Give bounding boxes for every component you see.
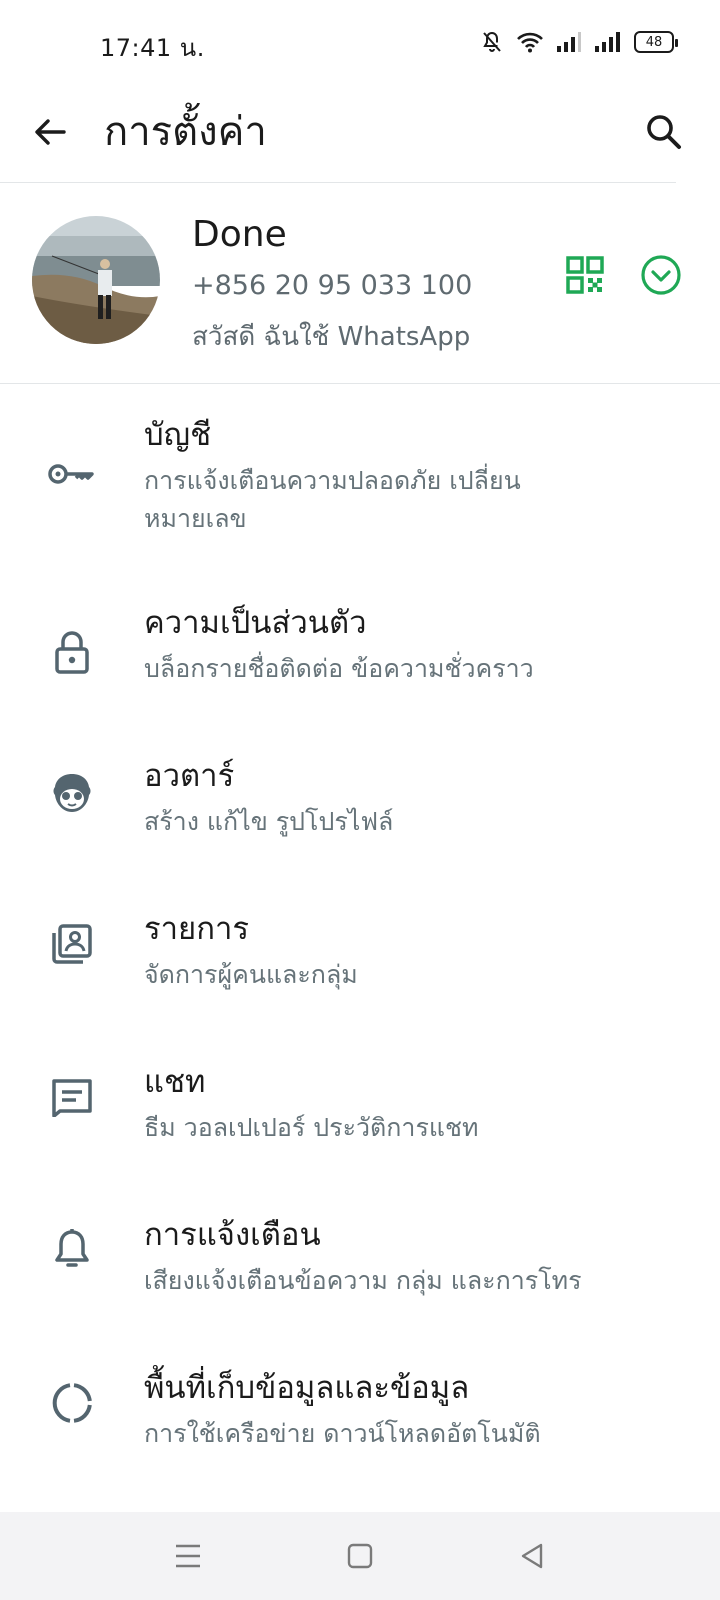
settings-item-subtitle: การแจ้งเตือนความปลอดภัย เปลี่ยน หมายเลข: [144, 466, 521, 533]
divider: [0, 182, 676, 183]
settings-item-title: ความเป็นส่วนตัว: [144, 605, 367, 641]
qr-code-icon: [566, 256, 604, 294]
qr-code-button[interactable]: [560, 250, 610, 300]
contacts-list-icon: [44, 916, 100, 972]
battery-icon: 48: [634, 31, 678, 53]
wifi-icon: [516, 31, 544, 53]
settings-item-title: อวตาร์: [144, 758, 235, 794]
settings-item-avatar[interactable]: อวตาร์ สร้าง แก้ไข รูปโปรไฟล์: [0, 727, 720, 880]
settings-item-subtitle: การใช้เครือข่าย ดาวน์โหลดอัตโนมัติ: [144, 1419, 541, 1448]
avatar-face-icon: [44, 765, 100, 821]
status-icons: 48: [480, 30, 678, 54]
settings-item-chats[interactable]: แชท ธีม วอลเปเปอร์ ประวัติการแชท: [0, 1033, 720, 1186]
back-nav-button[interactable]: [508, 1532, 556, 1580]
settings-item-subtitle: บล็อกรายชื่อติดต่อ ข้อความชั่วคราว: [144, 654, 534, 683]
settings-item-privacy[interactable]: ความเป็นส่วนตัว บล็อกรายชื่อติดต่อ ข้อคว…: [0, 574, 720, 727]
profile-about: สวัสดี ฉันใช้ WhatsApp: [192, 322, 471, 352]
back-button[interactable]: [22, 104, 78, 160]
settings-item-title: พื้นที่เก็บข้อมูลและข้อมูล: [144, 1370, 470, 1406]
bell-icon: [44, 1222, 100, 1278]
app-bar: การตั้งค่า: [0, 90, 720, 184]
profile-section[interactable]: Done +856 20 95 033 100 สวัสดี ฉันใช้ Wh…: [0, 200, 720, 382]
settings-item-title: บัญชี: [144, 417, 212, 453]
lock-icon: [44, 624, 100, 680]
search-button[interactable]: [636, 104, 692, 160]
settings-item-lists[interactable]: รายการ จัดการผู้คนและกลุ่ม: [0, 880, 720, 1033]
status-time: 17:41 น.: [100, 34, 205, 62]
status-bar: 17:41 น. 48: [0, 0, 720, 90]
arrow-back-icon: [35, 119, 66, 145]
settings-item-subtitle: ธีม วอลเปเปอร์ ประวัติการแชท: [144, 1113, 479, 1142]
settings-item-notifications[interactable]: การแจ้งเตือน เสียงแจ้งเตือนข้อความ กลุ่ม…: [0, 1186, 720, 1339]
page-title: การตั้งค่า: [104, 109, 267, 155]
search-icon: [647, 115, 681, 149]
storage-icon: [44, 1375, 100, 1431]
settings-item-title: การแจ้งเตือน: [144, 1217, 321, 1253]
settings-item-subtitle: เสียงแจ้งเตือนข้อความ กลุ่ม และการโทร: [144, 1266, 582, 1295]
signal-2-icon: [594, 31, 622, 53]
settings-item-title: รายการ: [144, 911, 250, 947]
menu-icon: [176, 1544, 200, 1568]
notifications-off-icon: [480, 30, 504, 54]
system-nav-bar: [0, 1512, 720, 1600]
chat-icon: [44, 1069, 100, 1125]
avatar[interactable]: [32, 216, 160, 344]
signal-1-icon: [556, 31, 582, 53]
settings-item-subtitle: สร้าง แก้ไข รูปโปรไฟล์: [144, 807, 394, 836]
square-icon: [347, 1543, 373, 1569]
profile-phone: +856 20 95 033 100: [192, 270, 473, 301]
home-button[interactable]: [336, 1532, 384, 1580]
settings-list: บัญชี การแจ้งเตือนความปลอดภัย เปลี่ยน หม…: [0, 384, 720, 1492]
key-icon: [44, 446, 100, 502]
settings-item-title: แชท: [144, 1064, 206, 1100]
settings-item-account[interactable]: บัญชี การแจ้งเตือนความปลอดภัย เปลี่ยน หม…: [0, 384, 720, 574]
profile-name: Done: [192, 214, 287, 255]
settings-item-subtitle: จัดการผู้คนและกลุ่ม: [144, 960, 358, 989]
chevron-down-circle-icon: [641, 255, 681, 295]
recent-apps-button[interactable]: [164, 1532, 212, 1580]
triangle-back-icon: [521, 1543, 543, 1569]
settings-item-storage[interactable]: พื้นที่เก็บข้อมูลและข้อมูล การใช้เครือข่…: [0, 1339, 720, 1492]
expand-account-button[interactable]: [636, 250, 686, 300]
